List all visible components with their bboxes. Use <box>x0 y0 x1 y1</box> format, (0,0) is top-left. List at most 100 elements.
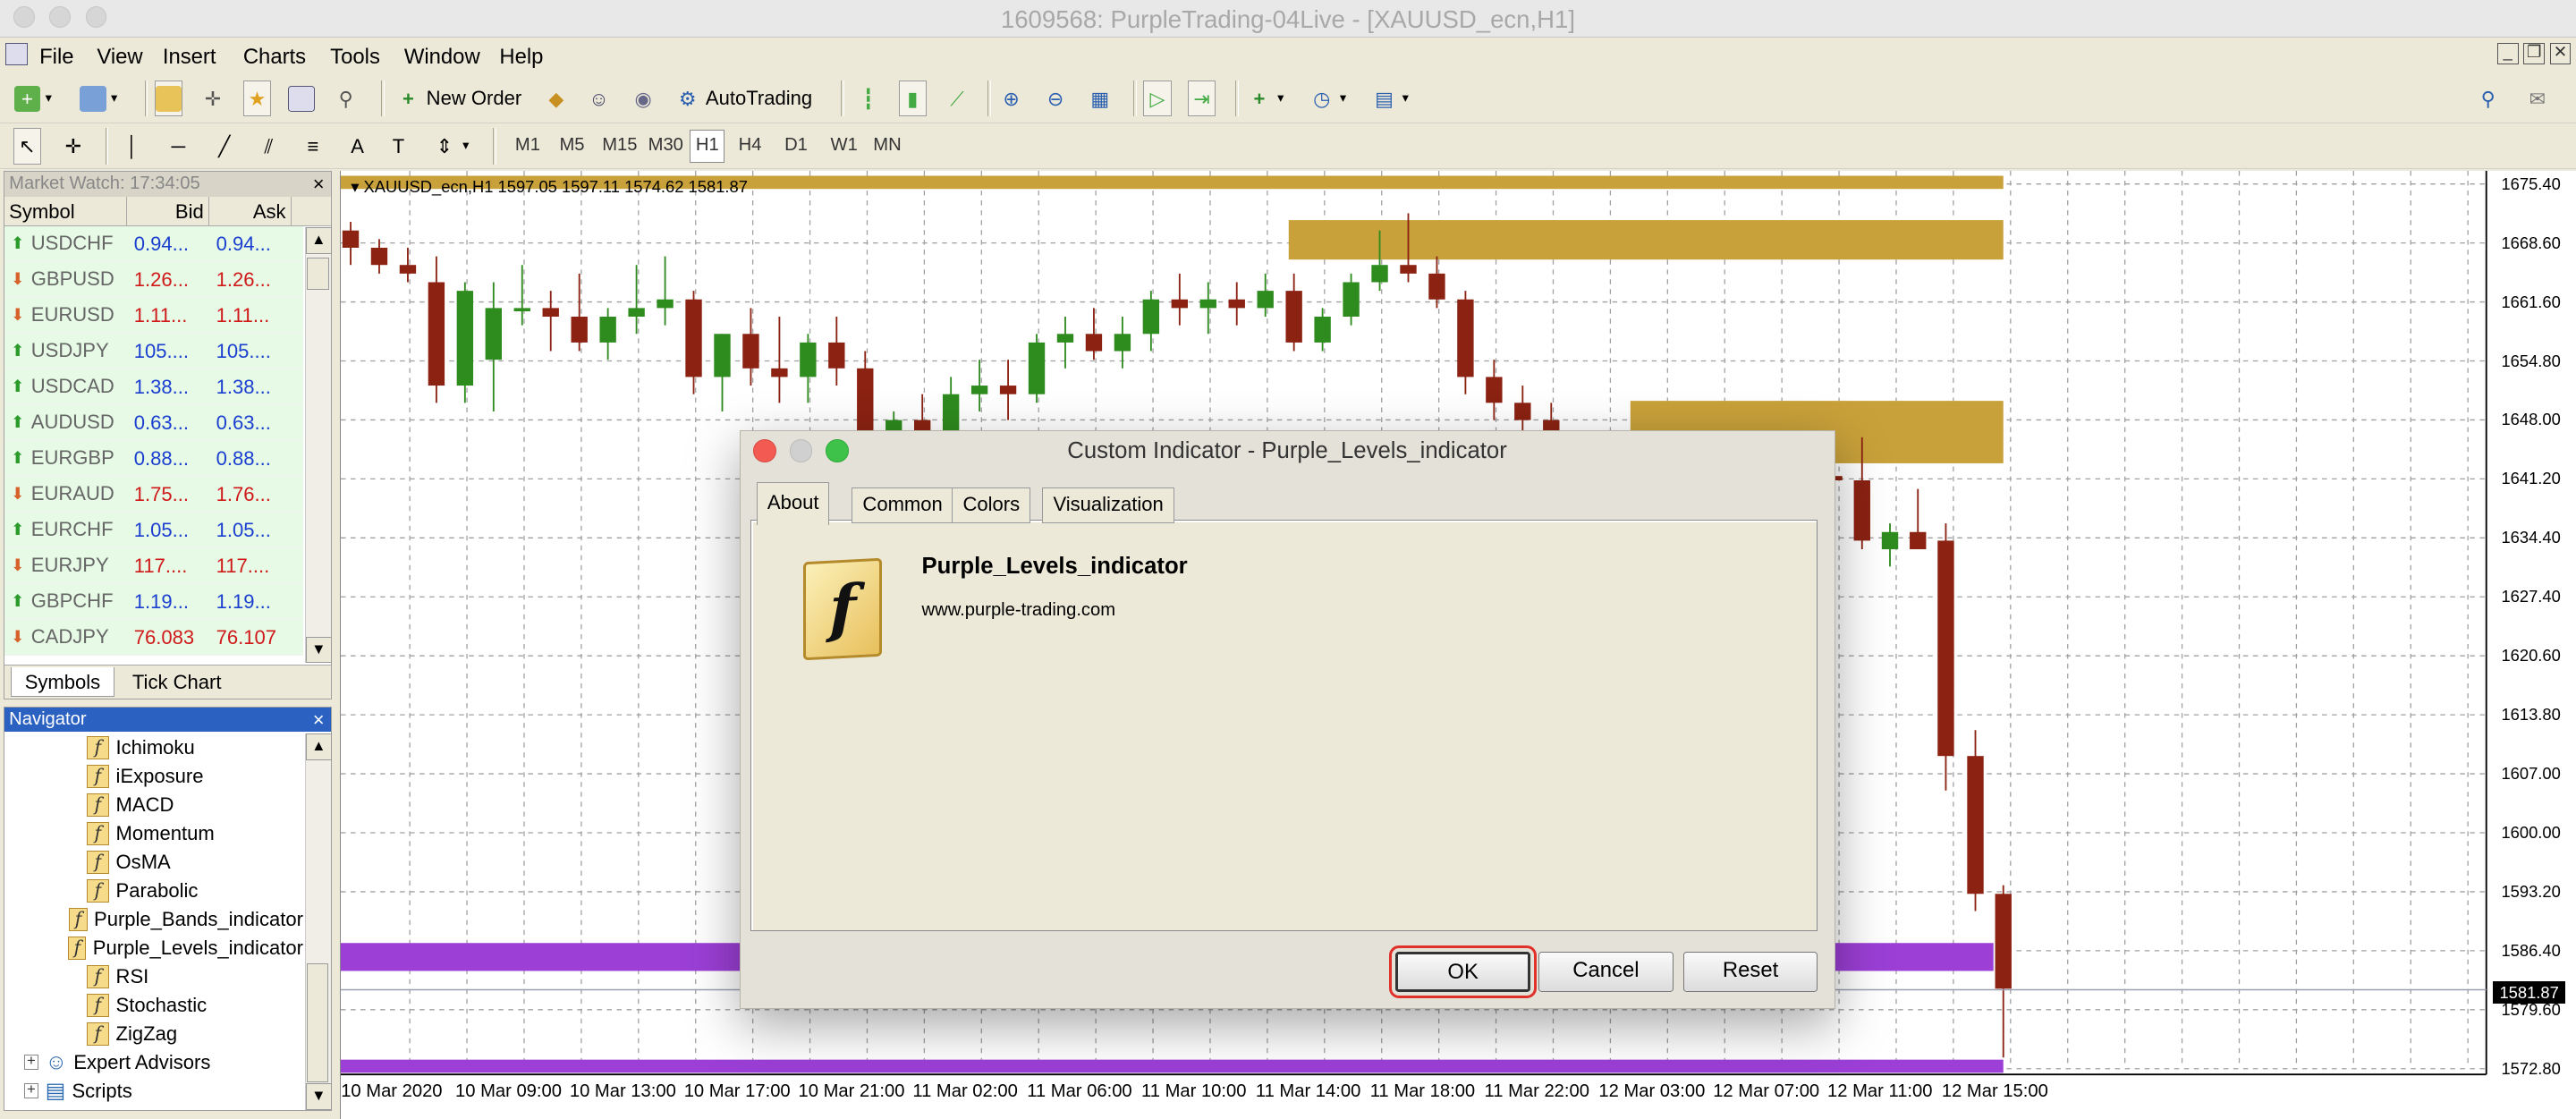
trendline-tool[interactable]: ╱ <box>210 128 238 164</box>
scroll-thumb[interactable] <box>307 963 329 1082</box>
close-panel-icon[interactable]: × <box>313 708 325 733</box>
market-watch-row[interactable]: ⬆ EURGBP 0.88... 0.88... <box>4 440 303 477</box>
arrows-tool[interactable]: ⇕ ▾ <box>430 128 470 164</box>
column-symbol[interactable]: Symbol <box>4 196 128 225</box>
menu-insert[interactable]: Insert <box>163 45 216 70</box>
market-watch-row[interactable]: ⬆ USDCAD 1.38... 1.38... <box>4 369 303 405</box>
tab-common[interactable]: Common <box>852 487 953 524</box>
column-ask[interactable]: Ask <box>209 196 292 225</box>
chart-shift-button[interactable]: ⇥ <box>1187 80 1216 117</box>
text-label-tool[interactable]: T <box>385 128 412 164</box>
menu-view[interactable]: View <box>97 45 142 70</box>
tab-symbols[interactable]: Symbols <box>11 666 114 697</box>
navigator-folder-item[interactable]: + ☺ Expert Advisors <box>4 1048 303 1077</box>
zoom-in-button[interactable]: ⊕ <box>997 81 1025 116</box>
market-watch-row[interactable]: ⬇ EURUSD 1.11... 1.11... <box>4 297 303 334</box>
crosshair-tool[interactable]: ✛ <box>59 128 87 164</box>
navigator-scrollbar[interactable]: ▲ ▼ <box>304 733 332 1110</box>
child-minimize-icon[interactable]: _ <box>2496 42 2519 64</box>
bar-chart-button[interactable]: ┇ <box>854 81 882 116</box>
timeframe-h1[interactable]: H1 <box>690 130 725 163</box>
new-order-button[interactable]: + New Order <box>394 81 522 116</box>
text-tool[interactable]: A <box>343 128 371 164</box>
scroll-up-icon[interactable]: ▲ <box>305 227 332 254</box>
menu-file[interactable]: File <box>39 45 73 70</box>
tile-windows-button[interactable]: ▦ <box>1086 81 1114 116</box>
signals-button[interactable]: ◉ <box>629 81 657 116</box>
scroll-thumb[interactable] <box>307 257 330 291</box>
community-button[interactable]: ☺ <box>585 81 613 116</box>
chat-button[interactable]: ✉ <box>2523 81 2551 116</box>
cancel-button[interactable]: Cancel <box>1538 952 1674 992</box>
expand-icon[interactable]: + <box>23 1082 39 1098</box>
navigator-indicator-item[interactable]: f OsMA <box>4 848 303 877</box>
market-watch-toggle[interactable] <box>154 80 183 117</box>
market-watch-row[interactable]: ⬆ USDCHF 0.94... 0.94... <box>4 225 303 262</box>
timeframe-m30[interactable]: M30 <box>642 130 689 163</box>
tab-visualization[interactable]: Visualization <box>1042 487 1174 524</box>
tab-about[interactable]: About <box>756 482 830 525</box>
navigator-toggle[interactable]: ★ <box>242 80 272 117</box>
terminal-toggle[interactable] <box>287 81 315 116</box>
templates-button[interactable]: ▤ ▾ <box>1370 81 1410 116</box>
horizontal-line-tool[interactable]: ─ <box>165 128 192 164</box>
timeframe-h4[interactable]: H4 <box>733 130 767 163</box>
column-bid[interactable]: Bid <box>127 196 210 225</box>
market-watch-row[interactable]: ⬆ EURCHF 1.05... 1.05... <box>4 512 303 548</box>
navigator-indicator-item[interactable]: f Ichimoku <box>4 733 303 762</box>
market-watch-row[interactable]: ⬆ USDJPY 105.... 105.... <box>4 333 303 369</box>
navigator-indicator-item[interactable]: f MACD <box>4 791 303 819</box>
new-chart-button[interactable]: + ▾ <box>13 81 53 116</box>
menu-window[interactable]: Window <box>404 45 480 70</box>
line-chart-button[interactable]: ⟋ <box>943 81 970 116</box>
expand-icon[interactable]: + <box>23 1054 39 1070</box>
vertical-line-tool[interactable]: │ <box>118 128 146 164</box>
chart-menu-icon[interactable]: ▾ <box>351 177 359 196</box>
data-window-toggle[interactable]: ✛ <box>199 81 226 116</box>
equidistant-channel-tool[interactable]: ⫽ <box>255 128 283 164</box>
timeframe-w1[interactable]: W1 <box>825 130 863 163</box>
scroll-down-icon[interactable]: ▼ <box>305 636 332 664</box>
navigator-indicator-item[interactable]: f ZigZag <box>4 1020 303 1048</box>
scroll-up-icon[interactable]: ▲ <box>305 733 332 760</box>
navigator-indicator-item[interactable]: f Momentum <box>4 819 303 848</box>
timeframe-d1[interactable]: D1 <box>779 130 814 163</box>
menu-help[interactable]: Help <box>499 45 543 70</box>
timeframe-m5[interactable]: M5 <box>554 130 590 163</box>
child-close-icon[interactable]: ✕ <box>2549 42 2572 64</box>
navigator-folder-item[interactable]: + ▤ Scripts <box>4 1077 303 1106</box>
ok-button[interactable]: OK <box>1395 952 1530 992</box>
market-watch-row[interactable]: ⬇ EURAUD 1.75... 1.76... <box>4 476 303 513</box>
market-watch-row[interactable]: ⬇ EURJPY 117.... 117.... <box>4 547 303 584</box>
market-watch-row[interactable]: ⬇ CADJPY 76.083 76.107 <box>4 619 303 656</box>
timeframe-mn[interactable]: MN <box>868 130 907 163</box>
reset-button[interactable]: Reset <box>1682 952 1818 992</box>
timeframe-m15[interactable]: M15 <box>597 130 643 163</box>
tab-colors[interactable]: Colors <box>952 487 1031 524</box>
cursor-tool[interactable]: ↖ <box>13 128 42 165</box>
tab-tick-chart[interactable]: Tick Chart <box>119 667 234 697</box>
menu-tools[interactable]: Tools <box>330 45 380 70</box>
market-watch-scrollbar[interactable]: ▲ ▼ <box>304 227 332 664</box>
candlestick-button[interactable]: ▮ <box>898 80 928 117</box>
navigator-indicator-item[interactable]: f iExposure <box>4 762 303 791</box>
scroll-down-icon[interactable]: ▼ <box>305 1083 332 1110</box>
market-watch-row[interactable]: ⬆ GBPCHF 1.19... 1.19... <box>4 583 303 620</box>
navigator-indicator-item[interactable]: f Stochastic <box>4 991 303 1020</box>
timeframe-m1[interactable]: M1 <box>509 130 546 163</box>
metaeditor-button[interactable]: ◆ <box>542 81 570 116</box>
periods-button[interactable]: ◷ ▾ <box>1308 81 1347 116</box>
autotrading-button[interactable]: ⚙ AutoTrading <box>674 81 813 116</box>
navigator-indicator-item[interactable]: f Purple_Levels_indicator <box>4 934 303 962</box>
navigator-indicator-item[interactable]: f RSI <box>4 962 303 991</box>
navigator-indicator-item[interactable]: f Purple_Bands_indicator <box>4 905 303 934</box>
market-watch-row[interactable]: ⬆ AUDUSD 0.63... 0.63... <box>4 404 303 441</box>
close-panel-icon[interactable]: × <box>313 172 325 197</box>
fibonacci-tool[interactable]: ≡ <box>299 128 326 164</box>
indicators-button[interactable]: + ▾ <box>1245 81 1284 116</box>
profiles-button[interactable]: ▾ <box>79 81 118 116</box>
market-watch-row[interactable]: ⬇ GBPUSD 1.26... 1.26... <box>4 261 303 298</box>
navigator-indicator-item[interactable]: f Parabolic <box>4 877 303 905</box>
search-button[interactable]: ⚲ <box>2474 81 2502 116</box>
child-restore-icon[interactable]: ❐ <box>2523 42 2546 64</box>
